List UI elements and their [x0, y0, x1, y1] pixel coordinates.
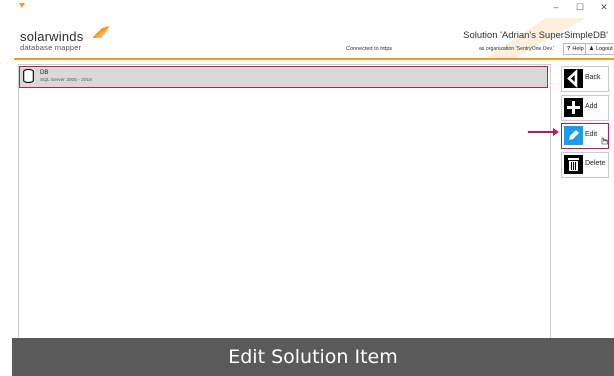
- help-label: Help: [572, 46, 584, 52]
- close-button[interactable]: ✕: [598, 2, 610, 13]
- solution-item-list: DB SQL Server 2005 - 2019: [18, 64, 551, 372]
- edit-label: Edit: [585, 131, 598, 138]
- add-label: Add: [585, 103, 598, 110]
- minimize-button[interactable]: –: [550, 2, 562, 13]
- list-item[interactable]: DB SQL Server 2005 - 2019: [19, 66, 548, 88]
- organization-label: as organization 'SentryOne Dev.': [479, 46, 555, 52]
- delete-label: Delete: [585, 160, 606, 167]
- caption-text: Edit Solution Item: [228, 346, 398, 368]
- pointer-arrowhead: [553, 128, 559, 136]
- app-header: solarwinds database mapper Connected to …: [14, 18, 614, 58]
- logo-flame-icon: [92, 26, 110, 38]
- solarwinds-logo: solarwinds database mapper: [20, 26, 110, 52]
- pencil-icon: [564, 126, 583, 145]
- item-name: DB: [40, 70, 49, 76]
- logout-button[interactable]: ♟ Logout: [585, 43, 614, 55]
- back-icon: [564, 69, 583, 88]
- help-icon: ?: [567, 46, 571, 52]
- header-divider: [14, 58, 614, 60]
- pointer-arrow: [528, 131, 556, 133]
- database-icon: [23, 69, 34, 83]
- help-button[interactable]: ? Help: [563, 43, 588, 55]
- back-label: Back: [585, 74, 601, 81]
- plus-icon: [564, 98, 583, 117]
- cursor-hand-icon: [601, 137, 608, 145]
- solution-title: Solution 'Adrian's SuperSimpleDB': [463, 30, 608, 41]
- edit-button[interactable]: Edit: [561, 123, 609, 149]
- delete-button[interactable]: Delete: [561, 152, 609, 178]
- item-subtitle: SQL Server 2005 - 2019: [40, 78, 92, 83]
- logout-label: Logout: [595, 46, 613, 52]
- window-controls: – ☐ ✕: [550, 2, 610, 13]
- add-button[interactable]: Add: [561, 95, 609, 121]
- edit-solution-caption: Edit Solution Item: [12, 338, 614, 376]
- back-button[interactable]: Back: [561, 66, 609, 92]
- logo-subtitle: database mapper: [20, 43, 82, 52]
- user-icon: ♟: [589, 46, 594, 52]
- app-flame-icon: [19, 3, 25, 8]
- logo-name: solarwinds: [20, 29, 84, 44]
- trash-icon: [564, 155, 583, 174]
- maximize-button[interactable]: ☐: [574, 2, 586, 13]
- title-bar: – ☐ ✕: [14, 0, 614, 18]
- connection-status: Connected to https: [346, 46, 393, 52]
